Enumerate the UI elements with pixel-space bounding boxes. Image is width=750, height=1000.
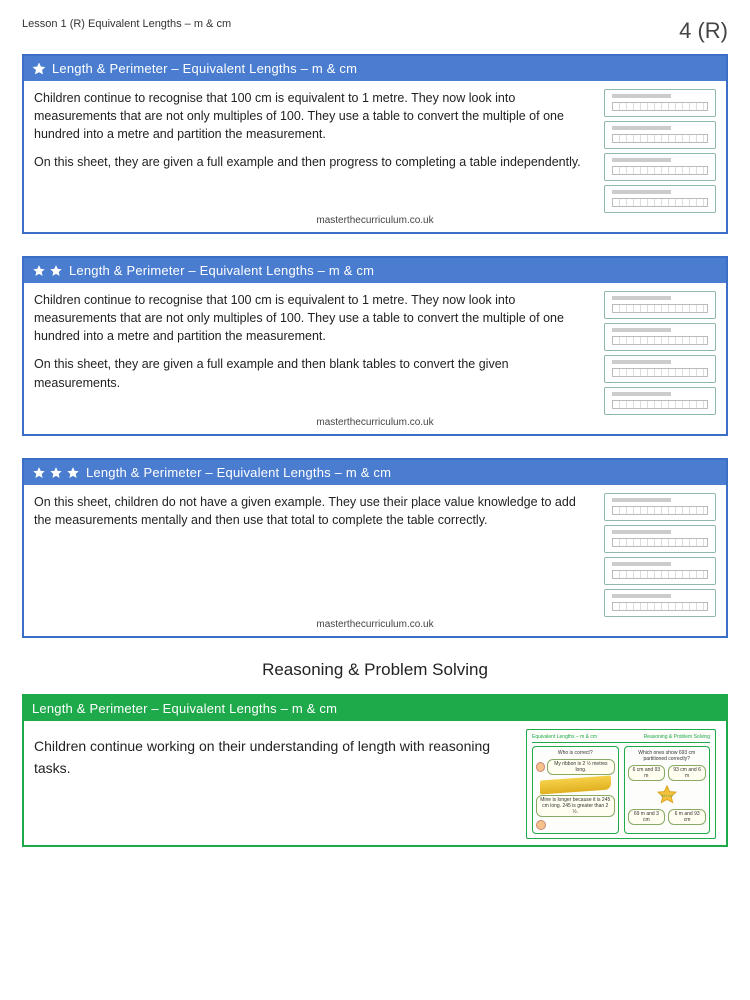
thumb-row — [604, 387, 716, 415]
page-number: 4 (R) — [679, 18, 728, 44]
paragraph: On this sheet, they are given a full exa… — [34, 355, 594, 391]
thumb-row — [604, 185, 716, 213]
thumb-row — [604, 323, 716, 351]
star-icon — [32, 466, 46, 480]
card-footer: masterthecurriculum.co.uk — [24, 215, 726, 232]
card-description: On this sheet, children do not have a gi… — [34, 493, 594, 617]
paragraph: On this sheet, children do not have a gi… — [34, 493, 594, 529]
thumb-left-panel: Who is correct? My ribbon is 2 ½ metres … — [532, 746, 619, 834]
card-footer: masterthecurriculum.co.uk — [24, 417, 726, 434]
card-one-star: Length & Perimeter – Equivalent Lengths … — [22, 54, 728, 234]
card-description: Children continue working on their under… — [34, 729, 516, 790]
card-description: Children continue to recognise that 100 … — [34, 89, 594, 213]
worksheet-thumbnail — [604, 89, 716, 213]
card-header: Length & Perimeter – Equivalent Lengths … — [24, 696, 726, 721]
card-footer: masterthecurriculum.co.uk — [24, 619, 726, 636]
thumb-row — [604, 355, 716, 383]
star-icon — [32, 264, 46, 278]
thumb-row — [604, 121, 716, 149]
thumb-label: Reasoning & Problem Solving — [644, 734, 710, 740]
thumb-label: Equivalent Lengths – m & cm — [532, 734, 597, 740]
card-title: Length & Perimeter – Equivalent Lengths … — [32, 701, 337, 716]
svg-text:693 cm: 693 cm — [661, 794, 673, 798]
option-bubble: 69 m and 3 cm — [628, 809, 666, 825]
card-header: Length & Perimeter – Equivalent Lengths … — [24, 460, 726, 485]
thumb-question: Who is correct? — [558, 750, 593, 756]
avatar-icon — [536, 820, 546, 830]
star-rating — [32, 62, 46, 76]
card-three-star: Length & Perimeter – Equivalent Lengths … — [22, 458, 728, 638]
star-rating — [32, 264, 63, 278]
thumb-question: Which ones show 693 cm partitioned corre… — [628, 750, 707, 762]
thumb-right-panel: Which ones show 693 cm partitioned corre… — [624, 746, 711, 834]
paragraph: Children continue to recognise that 100 … — [34, 89, 594, 143]
card-title: Length & Perimeter – Equivalent Lengths … — [69, 263, 374, 278]
thumb-row — [604, 89, 716, 117]
thumb-row — [604, 291, 716, 319]
speech-bubble: Mine is longer because it is 245 cm long… — [536, 795, 615, 817]
star-icon — [49, 466, 63, 480]
card-header: Length & Perimeter – Equivalent Lengths … — [24, 258, 726, 283]
thumb-row — [604, 493, 716, 521]
star-icon — [32, 62, 46, 76]
lesson-title: Lesson 1 (R) Equivalent Lengths – m & cm — [22, 18, 231, 30]
paragraph: On this sheet, they are given a full exa… — [34, 153, 594, 171]
star-icon: 693 cm — [656, 784, 678, 806]
star-icon — [66, 466, 80, 480]
worksheet-thumbnail — [604, 291, 716, 415]
paragraph: Children continue to recognise that 100 … — [34, 291, 594, 345]
card-two-star: Length & Perimeter – Equivalent Lengths … — [22, 256, 728, 436]
option-bubble: 6 cm and 93 m — [628, 765, 666, 781]
thumb-row — [604, 153, 716, 181]
thumb-row — [604, 589, 716, 617]
card-title: Length & Perimeter – Equivalent Lengths … — [52, 61, 357, 76]
card-reasoning: Length & Perimeter – Equivalent Lengths … — [22, 694, 728, 847]
worksheet-thumbnail — [604, 493, 716, 617]
paragraph: Children continue working on their under… — [34, 735, 516, 780]
thumb-row — [604, 557, 716, 585]
option-bubble: 6 m and 93 cm — [668, 809, 706, 825]
ribbon-icon — [540, 776, 611, 795]
section-heading: Reasoning & Problem Solving — [22, 660, 728, 680]
card-header: Length & Perimeter – Equivalent Lengths … — [24, 56, 726, 81]
speech-bubble: My ribbon is 2 ½ metres long. — [547, 759, 614, 775]
reasoning-thumbnail: Equivalent Lengths – m & cm Reasoning & … — [526, 729, 716, 839]
card-title: Length & Perimeter – Equivalent Lengths … — [86, 465, 391, 480]
thumb-row — [604, 525, 716, 553]
avatar-icon — [536, 762, 545, 772]
card-description: Children continue to recognise that 100 … — [34, 291, 594, 415]
option-bubble: 93 cm and 6 m — [668, 765, 706, 781]
star-icon — [49, 264, 63, 278]
star-rating — [32, 466, 80, 480]
